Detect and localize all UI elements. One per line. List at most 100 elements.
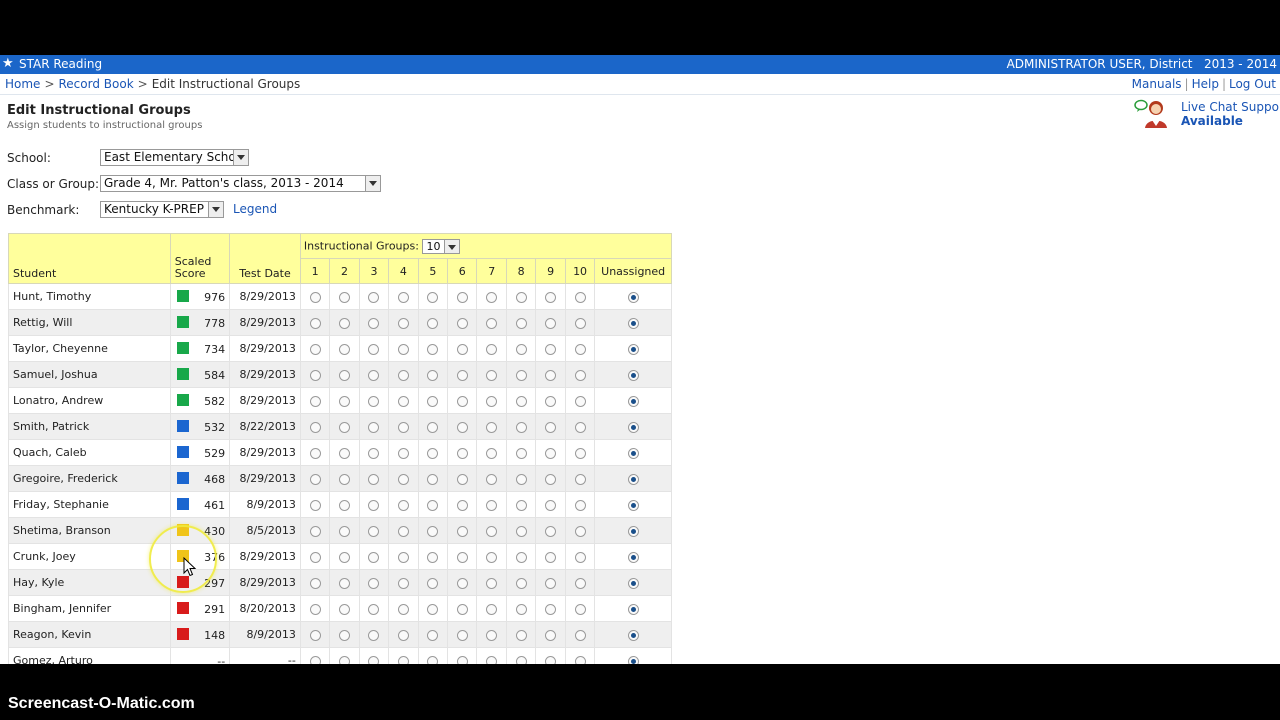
chevron-down-icon[interactable] <box>365 176 380 191</box>
group-6-radio[interactable] <box>456 343 468 355</box>
group-7-radio[interactable] <box>486 499 498 511</box>
group-3-radio[interactable] <box>368 317 380 329</box>
group-6-radio[interactable] <box>456 473 468 485</box>
group-3-radio[interactable] <box>368 499 380 511</box>
group-8-radio[interactable] <box>515 317 527 329</box>
group-5-radio[interactable] <box>427 395 439 407</box>
group-7-radio[interactable] <box>486 447 498 459</box>
group-1-radio[interactable] <box>309 291 321 303</box>
group-8-radio[interactable] <box>515 629 527 641</box>
group-10-radio[interactable] <box>574 447 586 459</box>
group-2-radio[interactable] <box>339 395 351 407</box>
group-7-radio[interactable] <box>486 369 498 381</box>
group-10-radio[interactable] <box>574 291 586 303</box>
group-6-radio[interactable] <box>456 291 468 303</box>
group-5-radio[interactable] <box>427 525 439 537</box>
group-1-radio[interactable] <box>309 603 321 615</box>
group-9-radio[interactable] <box>545 577 557 589</box>
breadcrumb-home[interactable]: Home <box>5 77 40 91</box>
group-2-radio[interactable] <box>339 525 351 537</box>
group-10-radio[interactable] <box>574 343 586 355</box>
group-4-radio[interactable] <box>397 343 409 355</box>
group-9-radio[interactable] <box>545 655 557 664</box>
group-3-radio[interactable] <box>368 369 380 381</box>
group-7-radio[interactable] <box>486 395 498 407</box>
group-7-radio[interactable] <box>486 603 498 615</box>
unassigned-radio[interactable] <box>627 577 639 589</box>
group-4-radio[interactable] <box>397 499 409 511</box>
group-5-radio[interactable] <box>427 499 439 511</box>
group-2-radio[interactable] <box>339 603 351 615</box>
group-9-radio[interactable] <box>545 525 557 537</box>
group-4-radio[interactable] <box>397 317 409 329</box>
unassigned-radio[interactable] <box>627 447 639 459</box>
group-7-radio[interactable] <box>486 577 498 589</box>
group-7-radio[interactable] <box>486 551 498 563</box>
group-5-radio[interactable] <box>427 369 439 381</box>
group-5-radio[interactable] <box>427 421 439 433</box>
group-3-radio[interactable] <box>368 655 380 664</box>
group-2-radio[interactable] <box>339 655 351 664</box>
group-4-radio[interactable] <box>397 577 409 589</box>
group-6-radio[interactable] <box>456 551 468 563</box>
group-1-radio[interactable] <box>309 421 321 433</box>
unassigned-radio[interactable] <box>627 655 639 664</box>
group-2-radio[interactable] <box>339 473 351 485</box>
group-6-radio[interactable] <box>456 369 468 381</box>
group-3-radio[interactable] <box>368 551 380 563</box>
breadcrumb-record-book[interactable]: Record Book <box>59 77 134 91</box>
group-10-radio[interactable] <box>574 603 586 615</box>
group-6-radio[interactable] <box>456 525 468 537</box>
group-9-radio[interactable] <box>545 551 557 563</box>
group-9-radio[interactable] <box>545 343 557 355</box>
group-2-radio[interactable] <box>339 447 351 459</box>
unassigned-radio[interactable] <box>627 369 639 381</box>
group-4-radio[interactable] <box>397 291 409 303</box>
group-4-radio[interactable] <box>397 395 409 407</box>
group-8-radio[interactable] <box>515 551 527 563</box>
group-9-radio[interactable] <box>545 395 557 407</box>
group-6-radio[interactable] <box>456 603 468 615</box>
group-7-radio[interactable] <box>486 421 498 433</box>
unassigned-radio[interactable] <box>627 473 639 485</box>
group-8-radio[interactable] <box>515 421 527 433</box>
group-6-radio[interactable] <box>456 447 468 459</box>
group-1-radio[interactable] <box>309 317 321 329</box>
group-9-radio[interactable] <box>545 473 557 485</box>
group-8-radio[interactable] <box>515 473 527 485</box>
group-10-radio[interactable] <box>574 525 586 537</box>
group-9-radio[interactable] <box>545 291 557 303</box>
unassigned-radio[interactable] <box>627 525 639 537</box>
group-4-radio[interactable] <box>397 655 409 664</box>
group-10-radio[interactable] <box>574 499 586 511</box>
group-7-radio[interactable] <box>486 291 498 303</box>
group-7-radio[interactable] <box>486 655 498 664</box>
group-8-radio[interactable] <box>515 291 527 303</box>
group-10-radio[interactable] <box>574 369 586 381</box>
group-8-radio[interactable] <box>515 499 527 511</box>
group-4-radio[interactable] <box>397 447 409 459</box>
group-10-radio[interactable] <box>574 629 586 641</box>
group-1-radio[interactable] <box>309 369 321 381</box>
live-chat-label[interactable]: Live Chat Support <box>1181 100 1280 114</box>
group-6-radio[interactable] <box>456 499 468 511</box>
unassigned-radio[interactable] <box>627 317 639 329</box>
group-3-radio[interactable] <box>368 291 380 303</box>
group-10-radio[interactable] <box>574 421 586 433</box>
group-2-radio[interactable] <box>339 551 351 563</box>
group-8-radio[interactable] <box>515 395 527 407</box>
group-5-radio[interactable] <box>427 655 439 664</box>
group-1-radio[interactable] <box>309 343 321 355</box>
group-2-radio[interactable] <box>339 577 351 589</box>
group-6-radio[interactable] <box>456 317 468 329</box>
group-8-radio[interactable] <box>515 525 527 537</box>
group-5-radio[interactable] <box>427 291 439 303</box>
group-1-radio[interactable] <box>309 473 321 485</box>
group-5-radio[interactable] <box>427 629 439 641</box>
group-6-radio[interactable] <box>456 395 468 407</box>
group-3-radio[interactable] <box>368 421 380 433</box>
group-8-radio[interactable] <box>515 369 527 381</box>
manuals-link[interactable]: Manuals <box>1132 77 1182 91</box>
group-3-radio[interactable] <box>368 447 380 459</box>
benchmark-select[interactable]: Kentucky K-PREP <box>100 201 224 218</box>
